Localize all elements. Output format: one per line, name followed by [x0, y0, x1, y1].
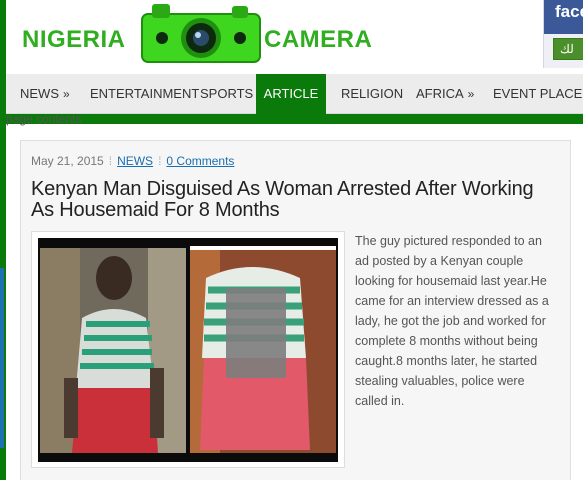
nav-item-article[interactable]: ARTICLE: [256, 74, 326, 114]
nav-item-label: AFRICA: [416, 86, 464, 101]
facebook-like-button[interactable]: لك: [553, 38, 583, 60]
logo-text-right[interactable]: CAMERA: [264, 26, 372, 54]
nav-item-religion[interactable]: RELIGION: [341, 74, 403, 114]
nav-item-label: SPORTS: [200, 86, 254, 101]
nav-item-news[interactable]: NEWS »: [20, 74, 70, 114]
facebook-widget[interactable]: face لك: [543, 0, 583, 68]
post-photo: [38, 238, 338, 462]
post-title[interactable]: Kenyan Man Disguised As Woman Arrested A…: [31, 179, 551, 221]
submenu-arrow-icon: »: [467, 87, 475, 101]
post-comments-link[interactable]: 0 Comments: [166, 154, 234, 168]
camera-icon[interactable]: [138, 2, 264, 66]
nav-bottom-bar: [6, 114, 583, 124]
meta-separator: ⁞: [108, 154, 113, 168]
meta-separator: ⁞: [158, 154, 162, 168]
nav-item-sports[interactable]: SPORTS: [200, 74, 253, 114]
nav-item-label: ARTICLE: [263, 86, 319, 101]
site-header: NIGERIA CAMERA face لك: [6, 0, 583, 75]
post-date: May 21, 2015: [31, 154, 104, 168]
main-navigation: NEWS » ENTERTAINMENT SPORTS ARTICLE RELIG…: [6, 74, 583, 114]
logo-text-left[interactable]: NIGERIA: [22, 26, 126, 54]
page-contents-label: page contents: [6, 112, 82, 126]
nav-item-label: ENTERTAINMENT: [90, 86, 200, 101]
post-meta: May 21, 2015 ⁞ NEWS ⁞ 0 Comments: [31, 154, 234, 168]
post-excerpt: The guy pictured responded to an ad post…: [355, 234, 549, 408]
post-thumbnail[interactable]: [31, 231, 345, 468]
facebook-label: face: [555, 2, 583, 21]
nav-item-africa[interactable]: AFRICA»: [416, 74, 474, 114]
submenu-arrow-icon: »: [63, 87, 70, 101]
nav-item-label: NEWS: [20, 86, 59, 101]
nav-item-entertainment[interactable]: ENTERTAINMENT: [90, 74, 199, 114]
nav-item-event-place[interactable]: EVENT PLACE: [493, 74, 582, 114]
post-category-link[interactable]: NEWS: [117, 154, 153, 168]
nav-item-label: EVENT PLACE: [493, 86, 583, 101]
article-card: May 21, 2015 ⁞ NEWS ⁞ 0 Comments Kenyan Man …: [20, 140, 571, 480]
photo-illustration: [38, 238, 338, 462]
left-scroll-accent: [0, 268, 4, 448]
nav-item-label: RELIGION: [341, 86, 404, 101]
